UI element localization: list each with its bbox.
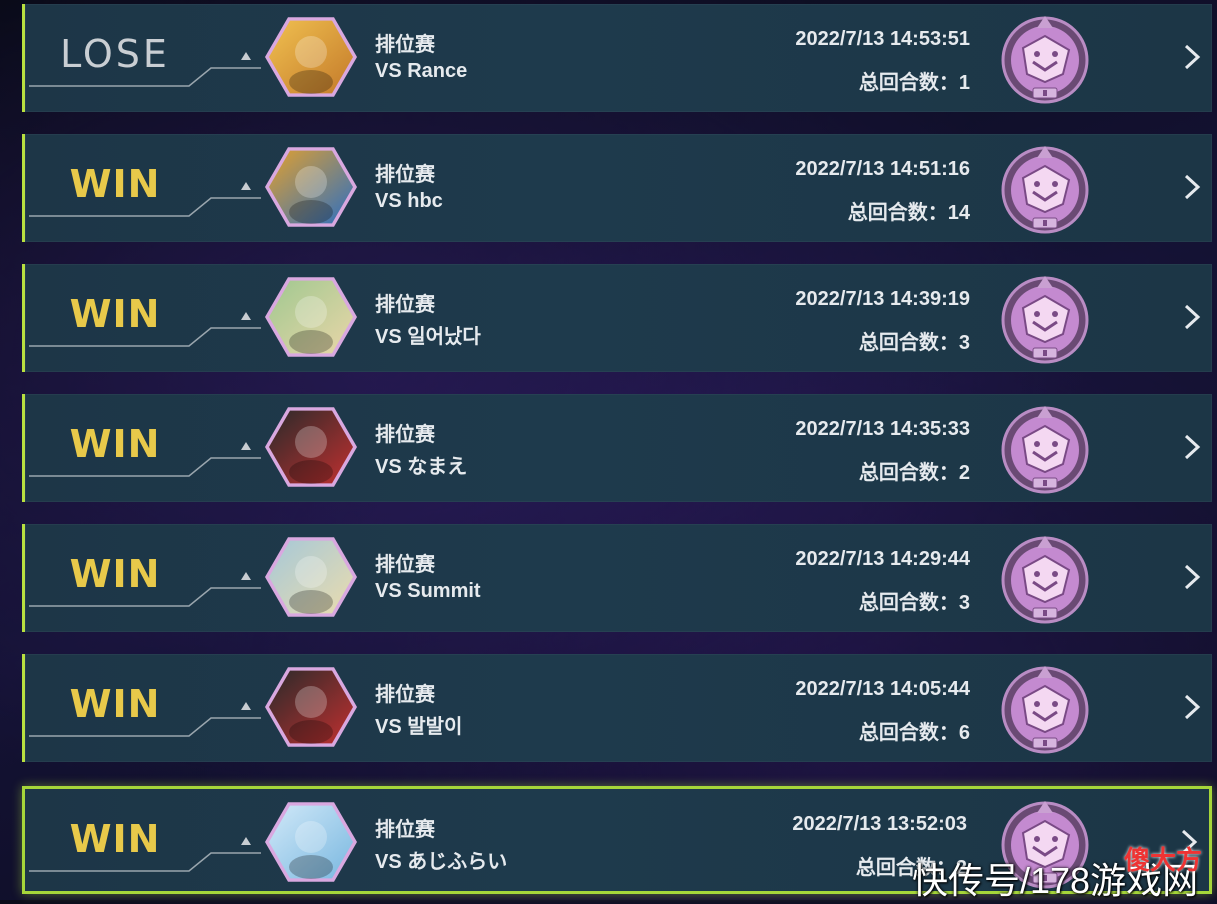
red-cap-avatar-icon <box>265 667 357 747</box>
bracket-line <box>29 197 261 217</box>
triangle-up-icon <box>241 837 251 845</box>
match-history-screen: { "matches": [ {"result":"LOSE","mode":"… <box>0 0 1217 901</box>
total-rounds: 总回合数：14 <box>847 202 970 224</box>
chevron-right-icon[interactable] <box>1180 302 1204 332</box>
opponent-name: VS 발발이 <box>375 716 463 738</box>
watermark-tag: 傻大方 <box>1124 845 1203 875</box>
total-rounds: 总回合数：1 <box>858 72 970 94</box>
match-time: 2022/7/13 14:35:33 <box>795 418 970 440</box>
triangle-up-icon <box>241 52 251 60</box>
chevron-right-icon[interactable] <box>1180 172 1204 202</box>
bracket-line <box>29 587 261 607</box>
total-rounds: 总回合数：3 <box>858 592 970 614</box>
wolf-rank-badge-icon <box>1001 536 1089 624</box>
triangle-up-icon <box>241 702 251 710</box>
triangle-up-icon <box>241 442 251 450</box>
bracket-line <box>29 457 261 477</box>
match-row[interactable]: WIN 排位赛 VS hbc 2022/7/13 14:51:16 总回合数：14 <box>22 134 1212 242</box>
opponent-name: VS なまえ <box>375 456 468 478</box>
match-row[interactable]: WIN 排位赛 VS Summit 2022/7/13 14:29:44 总回合数：3 <box>22 524 1212 632</box>
wolf-rank-badge-icon <box>1001 16 1089 104</box>
match-time: 2022/7/13 14:29:44 <box>795 548 970 570</box>
kuriboh-avatar-icon <box>265 17 357 97</box>
opponent-name: VS 일어났다 <box>375 326 481 348</box>
match-time: 2022/7/13 14:53:51 <box>795 28 970 50</box>
chevron-right-icon[interactable] <box>1180 42 1204 72</box>
match-mode: 排位赛 <box>375 554 435 576</box>
robot-avatar-icon <box>265 147 357 227</box>
chevron-right-icon[interactable] <box>1180 432 1204 462</box>
chevron-right-icon[interactable] <box>1180 692 1204 722</box>
opponent-name: VS あじふらい <box>375 851 508 873</box>
match-mode: 排位赛 <box>375 819 435 841</box>
bracket-line <box>29 852 261 872</box>
wolf-rank-badge-icon <box>1001 666 1089 754</box>
match-mode: 排位赛 <box>375 34 435 56</box>
total-rounds: 总回合数：6 <box>858 722 970 744</box>
bracket-line <box>29 717 261 737</box>
match-row[interactable]: WIN 排位赛 VS なまえ 2022/7/13 14:35:33 总回合数：2 <box>22 394 1212 502</box>
match-mode: 排位赛 <box>375 294 435 316</box>
red-cap-avatar-icon <box>265 407 357 487</box>
wolf-rank-badge-icon <box>1001 406 1089 494</box>
triangle-up-icon <box>241 182 251 190</box>
match-list: LOSE 排位赛 VS Rance 2022/7/13 14:53:51 总回合数：1 W… <box>0 0 1217 900</box>
chevron-right-icon[interactable] <box>1180 562 1204 592</box>
total-rounds: 总回合数：3 <box>858 332 970 354</box>
match-mode: 排位赛 <box>375 424 435 446</box>
match-mode: 排位赛 <box>375 164 435 186</box>
match-row[interactable]: WIN 排位赛 VS 일어났다 2022/7/13 14:39:19 总回合数：3 <box>22 264 1212 372</box>
bracket-line <box>29 327 261 347</box>
bracket-line <box>29 67 261 87</box>
wolf-rank-badge-icon <box>1001 276 1089 364</box>
match-time: 2022/7/13 14:39:19 <box>795 288 970 310</box>
match-time: 2022/7/13 14:51:16 <box>795 158 970 180</box>
match-row[interactable]: WIN 排位赛 VS 발발이 2022/7/13 14:05:44 总回合数：6 <box>22 654 1212 762</box>
blue-dragon-avatar-icon <box>265 802 357 882</box>
match-time: 2022/7/13 14:05:44 <box>795 678 970 700</box>
triangle-up-icon <box>241 572 251 580</box>
blonde-girl-avatar-icon <box>265 537 357 617</box>
opponent-name: VS hbc <box>375 190 443 212</box>
blonde-girl-avatar-icon <box>265 277 357 357</box>
wolf-rank-badge-icon <box>1001 146 1089 234</box>
opponent-name: VS Summit <box>375 580 481 602</box>
total-rounds: 总回合数：2 <box>858 462 970 484</box>
match-row[interactable]: LOSE 排位赛 VS Rance 2022/7/13 14:53:51 总回合数：1 <box>22 4 1212 112</box>
opponent-name: VS Rance <box>375 60 468 82</box>
triangle-up-icon <box>241 312 251 320</box>
match-mode: 排位赛 <box>375 684 435 706</box>
match-time: 2022/7/13 13:52:03 <box>792 813 967 835</box>
